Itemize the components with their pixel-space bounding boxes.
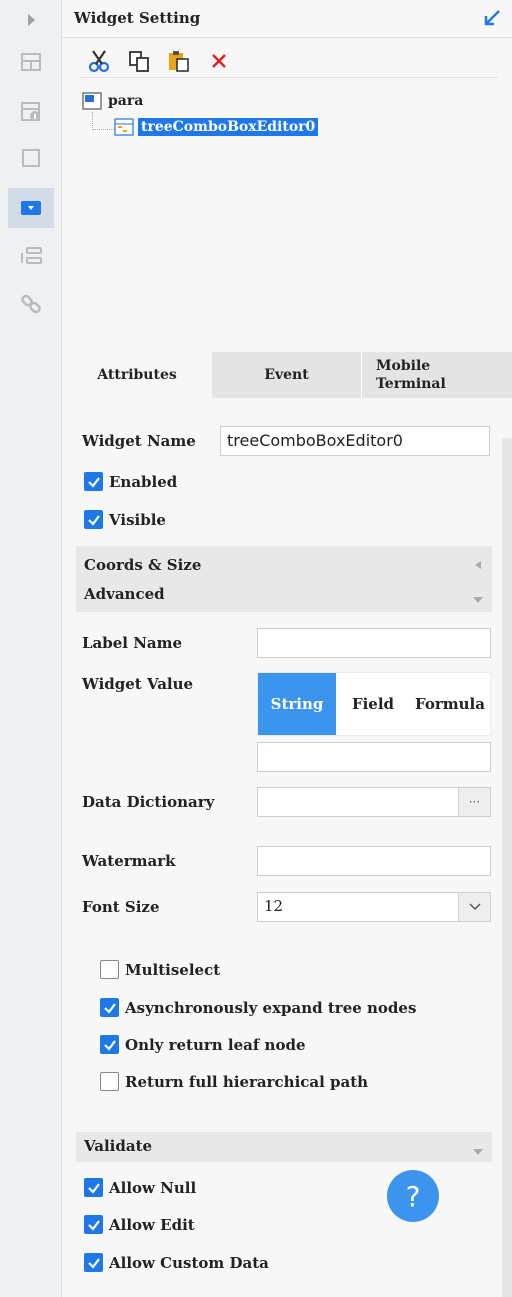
- tab-mobile-terminal-label: Mobile Terminal: [376, 358, 446, 392]
- collapsible-sections: Coords & Size Advanced: [76, 546, 492, 612]
- table-info-icon[interactable]: [17, 98, 45, 126]
- tree-root-label: para: [108, 93, 144, 109]
- tree-child-label: treeComboBoxEditor0: [138, 118, 319, 136]
- check-icon: [84, 1215, 103, 1234]
- expand-arrow-icon[interactable]: [17, 6, 45, 34]
- validate-section[interactable]: Validate: [76, 1132, 492, 1162]
- property-tabs: Attributes Event Mobile Terminal: [62, 352, 512, 398]
- widget-value-label: Widget Value: [82, 675, 194, 693]
- allow-null-checkbox[interactable]: Allow Null: [84, 1178, 196, 1197]
- combobox-widget-icon[interactable]: [17, 194, 45, 222]
- tab-event[interactable]: Event: [212, 352, 362, 398]
- data-dictionary-input[interactable]: ···: [257, 787, 491, 817]
- layout-grid-icon[interactable]: [17, 48, 45, 76]
- check-icon: [100, 1035, 119, 1054]
- data-dictionary-ellipsis-button[interactable]: ···: [458, 788, 490, 816]
- async-expand-label: Asynchronously expand tree nodes: [125, 998, 417, 1017]
- only-leaf-label: Only return leaf node: [125, 1035, 306, 1054]
- paste-icon[interactable]: [166, 48, 192, 74]
- multiselect-label: Multiselect: [125, 960, 221, 979]
- type-formula-button[interactable]: Formula: [410, 673, 490, 735]
- widget-name-value: treeComboBoxEditor0: [227, 431, 403, 450]
- multiselect-checkbox[interactable]: Multiselect: [100, 960, 220, 979]
- widget-name-label: Widget Name: [82, 432, 196, 450]
- panel-title: Widget Setting: [74, 9, 201, 27]
- font-size-value: 12: [264, 897, 284, 915]
- help-button[interactable]: ?: [387, 1170, 439, 1222]
- allow-custom-label: Allow Custom Data: [109, 1253, 269, 1272]
- data-dictionary-label: Data Dictionary: [82, 793, 215, 811]
- widget-value-input[interactable]: [257, 742, 491, 772]
- tree-combobox-node-icon: [114, 118, 134, 136]
- tree-root-node[interactable]: para: [82, 92, 143, 110]
- allow-edit-checkbox[interactable]: Allow Edit: [84, 1215, 195, 1234]
- link-icon[interactable]: [17, 290, 45, 318]
- widget-name-input[interactable]: treeComboBoxEditor0: [220, 426, 490, 456]
- widget-value-type-selector: String Field Formula: [257, 672, 491, 736]
- check-icon: [100, 998, 119, 1017]
- widget-tree-panel: para treeComboBoxEditor0: [62, 38, 512, 352]
- allow-edit-label: Allow Edit: [109, 1215, 195, 1234]
- collapse-arrow-icon[interactable]: [482, 8, 502, 32]
- tab-mobile-terminal[interactable]: Mobile Terminal: [362, 352, 512, 398]
- delete-icon[interactable]: [206, 48, 232, 74]
- visible-checkbox[interactable]: Visible: [84, 510, 166, 529]
- label-name-label: Label Name: [82, 634, 183, 652]
- form-node-icon: [82, 92, 102, 110]
- font-size-select[interactable]: 12: [257, 892, 491, 922]
- copy-icon[interactable]: [126, 48, 152, 74]
- watermark-label: Watermark: [82, 852, 176, 870]
- tree-child-node[interactable]: treeComboBoxEditor0: [114, 118, 319, 136]
- coords-size-header[interactable]: Coords & Size: [84, 556, 201, 574]
- check-icon: [84, 472, 103, 491]
- attributes-panel: Widget Name treeComboBoxEditor0 Enabled …: [62, 398, 512, 1297]
- panel-header: Widget Setting: [62, 0, 512, 38]
- validate-header: Validate: [84, 1137, 153, 1155]
- type-string-button[interactable]: String: [258, 673, 336, 735]
- enabled-label: Enabled: [109, 472, 178, 491]
- type-field-button[interactable]: Field: [336, 673, 410, 735]
- chevron-down-icon[interactable]: [472, 596, 484, 604]
- tab-attributes[interactable]: Attributes: [62, 352, 212, 398]
- frame-icon[interactable]: [17, 144, 45, 172]
- label-name-input[interactable]: [257, 628, 491, 658]
- full-path-checkbox[interactable]: Return full hierarchical path: [100, 1072, 368, 1091]
- allow-null-label: Allow Null: [109, 1178, 197, 1197]
- tree-connector: [92, 112, 114, 130]
- full-path-label: Return full hierarchical path: [125, 1072, 369, 1091]
- visible-label: Visible: [109, 510, 166, 529]
- list-widget-icon[interactable]: [17, 242, 45, 270]
- advanced-header[interactable]: Advanced: [84, 585, 165, 603]
- check-icon: [84, 510, 103, 529]
- check-icon: [84, 1178, 103, 1197]
- left-rail: [0, 0, 62, 1297]
- font-size-label: Font Size: [82, 898, 160, 916]
- checkbox-empty-icon: [100, 1072, 119, 1091]
- allow-custom-data-checkbox[interactable]: Allow Custom Data: [84, 1253, 269, 1272]
- watermark-input[interactable]: [257, 846, 491, 876]
- chevron-down-icon[interactable]: [472, 1148, 484, 1156]
- enabled-checkbox[interactable]: Enabled: [84, 472, 177, 491]
- check-icon: [84, 1253, 103, 1272]
- chevron-down-icon[interactable]: [458, 893, 490, 921]
- scrollbar[interactable]: [502, 438, 512, 1297]
- async-expand-checkbox[interactable]: Asynchronously expand tree nodes: [100, 998, 416, 1017]
- checkbox-empty-icon: [100, 960, 119, 979]
- cut-icon[interactable]: [86, 48, 112, 74]
- edit-toolbar: [80, 44, 498, 78]
- only-leaf-checkbox[interactable]: Only return leaf node: [100, 1035, 306, 1054]
- chevron-left-icon[interactable]: [474, 560, 482, 570]
